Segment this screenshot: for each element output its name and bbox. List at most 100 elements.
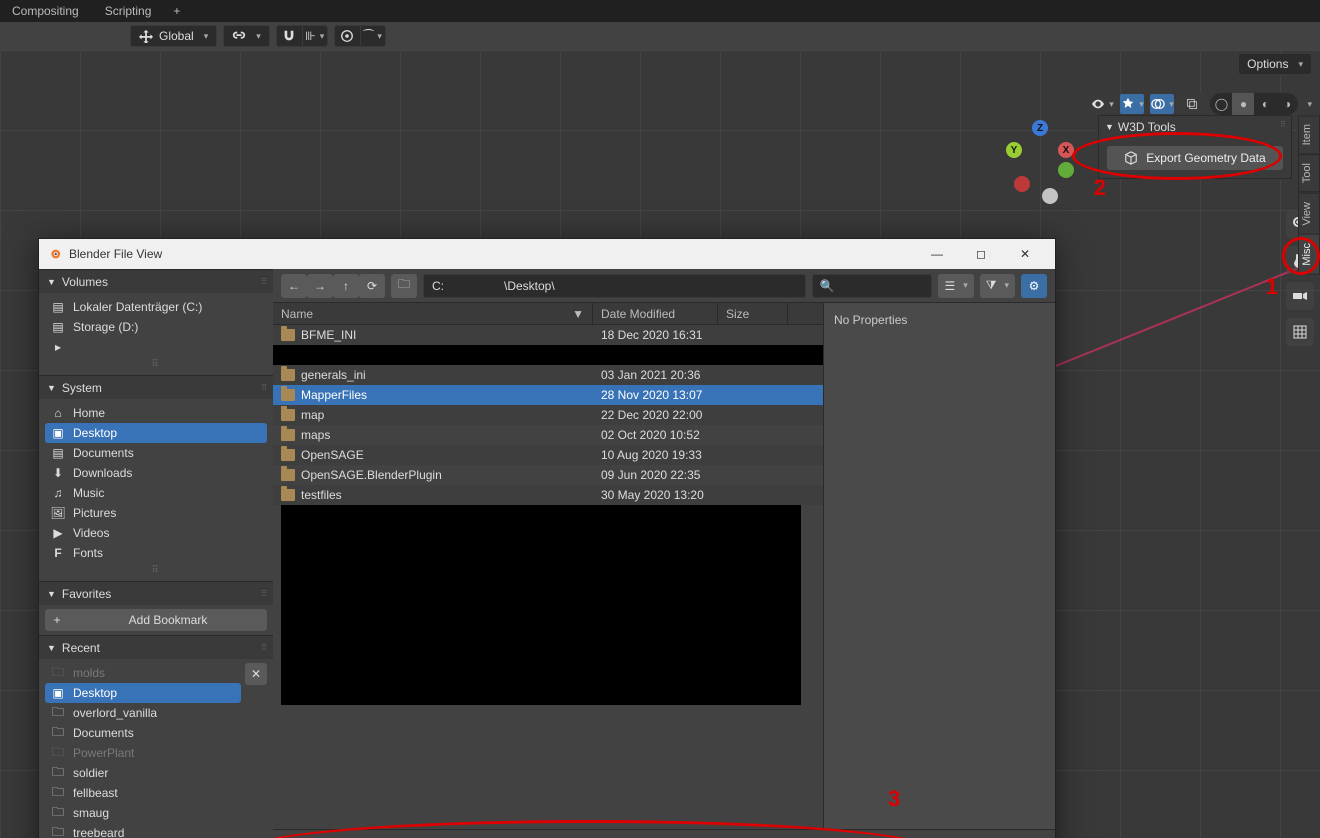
home-icon: ⌂: [51, 406, 65, 420]
back-button[interactable]: ←: [281, 274, 307, 298]
recent-item[interactable]: 🗀PowerPlant: [45, 743, 241, 763]
recent-item[interactable]: 🗀treebeard: [45, 823, 241, 838]
recent-item[interactable]: 🗀smaug: [45, 803, 241, 823]
material-shading[interactable]: ◐: [1254, 93, 1276, 115]
gizmo-x[interactable]: X: [1058, 142, 1074, 158]
col-size[interactable]: Size: [718, 303, 788, 324]
ntab-tool[interactable]: Tool: [1298, 154, 1320, 192]
system-music[interactable]: ♫Music: [45, 483, 267, 503]
snap-magnet-button[interactable]: [276, 25, 302, 47]
xray-button[interactable]: [1179, 93, 1205, 115]
file-row[interactable]: map22 Dec 2020 22:00: [273, 405, 823, 425]
display-mode-button[interactable]: ☰▾: [938, 274, 973, 298]
falloff-button[interactable]: ⁀▾: [360, 25, 386, 47]
sort-desc-icon: ▼: [572, 307, 584, 321]
recent-item[interactable]: ▣Desktop: [45, 683, 241, 703]
filter-button[interactable]: ⧩▾: [980, 274, 1015, 298]
proportional-button[interactable]: [334, 25, 360, 47]
wireframe-shading[interactable]: ◯: [1210, 93, 1232, 115]
col-date[interactable]: Date Modified: [593, 303, 718, 324]
rendered-shading[interactable]: ◑: [1276, 93, 1298, 115]
ntab-view[interactable]: View: [1298, 193, 1320, 235]
snap-type-button[interactable]: ⊪▾: [302, 25, 328, 47]
system-header[interactable]: ▼System⠿: [39, 375, 273, 399]
gizmo-neg-z[interactable]: [1042, 188, 1058, 204]
add-bookmark-button[interactable]: +Add Bookmark: [45, 609, 267, 631]
file-row-redacted[interactable]: [273, 345, 823, 365]
file-row[interactable]: MapperFiles28 Nov 2020 13:07: [273, 385, 823, 405]
solid-shading[interactable]: ●: [1232, 93, 1254, 115]
settings-button[interactable]: ⚙: [1021, 274, 1047, 298]
up-button[interactable]: ↑: [333, 274, 359, 298]
volume-item[interactable]: ▤Storage (D:): [45, 317, 267, 337]
shading-mode-group: ◯ ● ◐ ◑: [1209, 92, 1299, 116]
gizmo-neg-x[interactable]: [1014, 176, 1030, 192]
recent-header[interactable]: ▼Recent⠿: [39, 635, 273, 659]
visibility-button[interactable]: ▾: [1089, 93, 1115, 115]
snap-dropdown[interactable]: ▾: [223, 25, 270, 47]
tab-compositing[interactable]: Compositing: [0, 1, 91, 21]
favorites-header[interactable]: ▼Favorites⠿: [39, 581, 273, 605]
col-name[interactable]: Name▼: [273, 303, 593, 324]
recent-item[interactable]: 🗀fellbeast: [45, 783, 241, 803]
system-pictures[interactable]: 🖼Pictures: [45, 503, 267, 523]
gizmo-icon: [1121, 97, 1135, 111]
recent-item[interactable]: 🗀molds: [45, 663, 241, 683]
tab-scripting[interactable]: Scripting: [93, 1, 164, 21]
gizmo-button[interactable]: ▾: [1119, 93, 1145, 115]
system-label: System: [62, 381, 102, 395]
tab-add[interactable]: +: [165, 1, 188, 21]
system-documents[interactable]: ▤Documents: [45, 443, 267, 463]
close-button[interactable]: ✕: [1003, 239, 1047, 269]
ntab-misc[interactable]: Misc: [1298, 234, 1320, 275]
refresh-button[interactable]: ⟳: [359, 274, 385, 298]
file-row[interactable]: generals_ini03 Jan 2021 20:36: [273, 365, 823, 385]
orientation-dropdown[interactable]: Global ▾: [130, 25, 217, 47]
search-input[interactable]: 🔍: [812, 274, 932, 298]
system-home[interactable]: ⌂Home: [45, 403, 267, 423]
file-row[interactable]: maps02 Oct 2020 10:52: [273, 425, 823, 445]
viewport[interactable]: Options ▾ ▾ ▾ ▾ ◯ ● ◐ ◑ ▾ Z X Y Item Too…: [0, 50, 1320, 838]
volume-more[interactable]: ▸: [45, 337, 267, 357]
volume-item[interactable]: ▤Lokaler Datenträger (C:): [45, 297, 267, 317]
system-fonts[interactable]: FFonts: [45, 543, 267, 563]
recent-item[interactable]: 🗀overlord_vanilla: [45, 703, 241, 723]
overlays-button[interactable]: ▾: [1149, 93, 1175, 115]
file-row[interactable]: OpenSAGE10 Aug 2020 19:33: [273, 445, 823, 465]
gizmo-z[interactable]: Z: [1032, 120, 1048, 136]
recent-item[interactable]: 🗀Documents: [45, 723, 241, 743]
perspective-button[interactable]: [1286, 318, 1314, 346]
ntab-item[interactable]: Item: [1298, 115, 1320, 154]
camera-button[interactable]: [1286, 282, 1314, 310]
chevron-down-icon: ▾: [963, 280, 968, 291]
arrow-up-icon: ↑: [343, 279, 349, 293]
nav-gizmo[interactable]: Z X Y: [1000, 120, 1080, 200]
clear-recent-button[interactable]: ✕: [245, 663, 267, 685]
window-titlebar: Blender File View — ◻ ✕: [39, 239, 1055, 269]
volumes-header[interactable]: ▼Volumes⠿: [39, 269, 273, 293]
maximize-button[interactable]: ◻: [959, 239, 1003, 269]
gizmo-y[interactable]: Y: [1006, 142, 1022, 158]
options-dropdown[interactable]: Options ▾: [1238, 53, 1312, 75]
gizmo-neg-y[interactable]: [1058, 162, 1074, 178]
new-folder-icon: 🗀: [398, 275, 410, 296]
w3d-tools-header[interactable]: ▼ W3D Tools ⠿: [1099, 116, 1291, 138]
system-desktop[interactable]: ▣Desktop: [45, 423, 267, 443]
chevron-down-icon: ▾: [320, 31, 325, 42]
forward-button[interactable]: →: [307, 274, 333, 298]
path-input[interactable]: C: \Desktop\: [423, 274, 806, 298]
new-folder-button[interactable]: 🗀: [391, 274, 417, 298]
recent-item[interactable]: 🗀soldier: [45, 763, 241, 783]
folder-icon: 🗀: [51, 803, 65, 824]
chevron-down-icon: ▾: [1298, 59, 1303, 70]
system-downloads[interactable]: ⬇Downloads: [45, 463, 267, 483]
volumes-label: Volumes: [62, 275, 108, 289]
file-row[interactable]: BFME_INI18 Dec 2020 16:31: [273, 325, 823, 345]
music-icon: ♫: [51, 486, 65, 500]
folder-icon: [281, 469, 295, 481]
minimize-button[interactable]: —: [915, 239, 959, 269]
file-row[interactable]: OpenSAGE.BlenderPlugin09 Jun 2020 22:35: [273, 465, 823, 485]
file-row[interactable]: testfiles30 May 2020 13:20: [273, 485, 823, 505]
export-geometry-button[interactable]: Export Geometry Data: [1107, 146, 1283, 170]
system-videos[interactable]: ▶Videos: [45, 523, 267, 543]
